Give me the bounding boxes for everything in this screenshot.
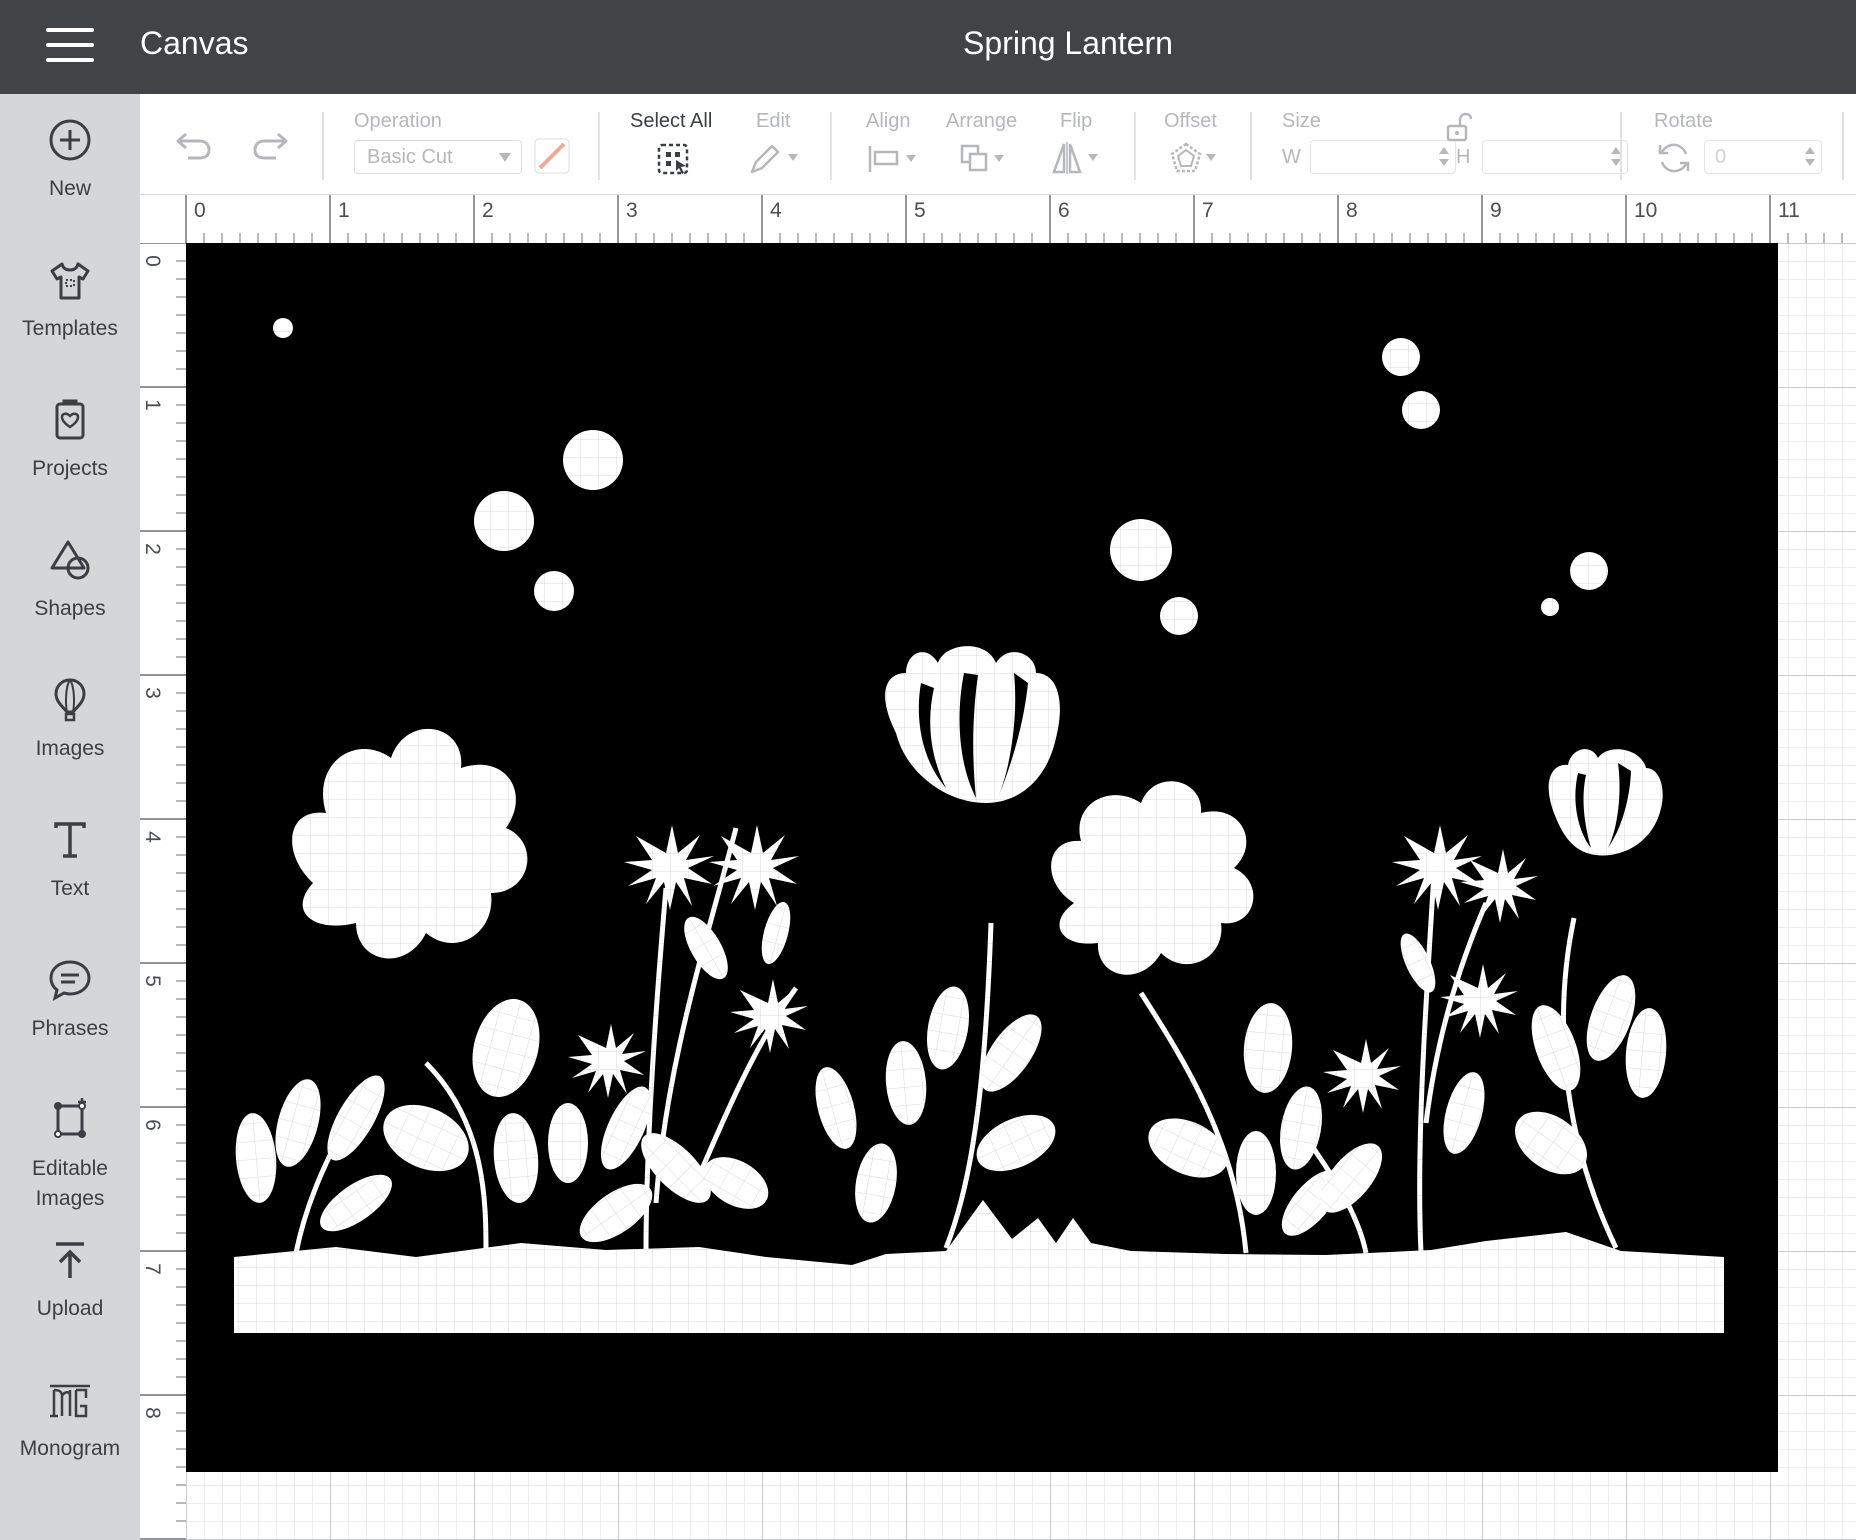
shirt-icon [50,262,90,300]
sidebar-item-label: Monogram [19,1437,121,1460]
ruler-ticks [140,243,186,1540]
spring-lantern-design[interactable] [186,243,1778,1472]
sidebar-item-label: Shapes [34,597,106,620]
arrange-icon[interactable] [958,142,1014,174]
heart-clipboard-icon [55,399,85,440]
select-all-label: Select All [630,110,713,132]
sidebar-item-label: Phrases [31,1017,109,1040]
width-label: W [1282,146,1301,168]
width-input[interactable] [1310,140,1456,174]
sidebar-item-label: Text [50,877,90,900]
height-input[interactable] [1482,140,1628,174]
operation-value: Basic Cut [367,146,453,168]
sidebar-item-phrases[interactable]: Phrases [0,956,140,1044]
ruler-label: 2 [482,199,494,222]
size-label: Size [1282,110,1321,132]
project-title[interactable]: Spring Lantern [963,25,1173,61]
ruler-label: 4 [140,831,164,843]
left-sidebar: New Templates Projects Shapes Images Tex… [0,94,141,1540]
upload-arrow-icon [56,1242,84,1278]
editable-image-icon [54,1098,86,1138]
hot-air-balloon-icon [54,678,86,722]
ruler-label: 3 [626,199,638,222]
vertical-ruler: 0 1 2 3 4 5 6 7 8 [140,243,187,1540]
monogram-icon [50,1384,90,1418]
text-t-icon [54,822,86,858]
stepper-icon[interactable] [1805,145,1815,169]
sidebar-item-label: Editable Images [32,1157,108,1210]
ruler-label: 0 [140,255,164,267]
ruler-label: 11 [1778,199,1800,222]
ruler-label: 0 [194,199,206,222]
ruler-label: 6 [1058,199,1070,222]
hamburger-menu-icon[interactable] [44,28,96,64]
horizontal-ruler: 0 1 2 3 4 5 6 7 8 9 10 11 [140,195,1856,244]
sidebar-item-projects[interactable]: Projects [0,396,140,484]
select-all-icon[interactable] [656,142,692,178]
sidebar-item-upload[interactable]: Upload [0,1236,140,1324]
ruler-label: 4 [770,199,782,222]
no-color-swatch-icon[interactable] [534,138,570,174]
app-title: Canvas [140,25,249,61]
redo-icon[interactable] [250,128,290,162]
operation-label: Operation [354,110,442,132]
rotate-icon[interactable] [1656,140,1692,176]
ruler-ticks [185,195,1843,243]
sidebar-item-label: New [48,177,91,200]
top-bar: Canvas Spring Lantern [0,0,1856,94]
sidebar-item-text[interactable]: Text [0,816,140,904]
sidebar-item-monogram[interactable]: Monogram [0,1376,140,1464]
align-label: Align [866,110,911,132]
edit-toolbar: Operation Basic Cut Select All Edit Alig… [140,94,1856,195]
sidebar-item-editable-images[interactable]: Editable Images [0,1096,140,1214]
speech-bubble-icon [49,960,91,1001]
lock-open-icon[interactable] [1444,112,1472,142]
ruler-label: 5 [914,199,926,222]
shapes-icon [50,540,90,580]
sidebar-item-new[interactable]: New [0,116,140,204]
sidebar-item-label: Templates [22,317,118,340]
sidebar-item-label: Upload [36,1297,104,1320]
offset-icon[interactable] [1168,140,1224,176]
ruler-label: 3 [140,687,164,699]
ruler-label: 5 [140,975,164,987]
sidebar-item-label: Images [35,737,105,760]
ruler-label: 2 [140,543,164,555]
sidebar-item-label: Projects [32,457,108,480]
sidebar-item-images[interactable]: Images [0,676,140,764]
offset-label: Offset [1164,110,1217,132]
flip-icon[interactable] [1050,140,1106,176]
ruler-label: 6 [140,1119,164,1131]
ruler-label: 8 [140,1407,164,1419]
ruler-label: 7 [1202,199,1214,222]
arrange-label: Arrange [946,110,1018,132]
operation-select[interactable]: Basic Cut [354,140,522,174]
flip-label: Flip [1060,110,1093,132]
ruler-label: 7 [140,1263,164,1275]
chevron-down-icon [499,153,511,162]
ruler-label: 8 [1346,199,1358,222]
ruler-label: 10 [1634,199,1658,222]
stepper-icon[interactable] [1439,145,1449,169]
pencil-edit-icon[interactable] [746,140,802,176]
rotate-value: 0 [1715,146,1727,168]
ruler-label: 1 [338,199,350,222]
sidebar-item-shapes[interactable]: Shapes [0,536,140,624]
ruler-label: 1 [140,399,164,411]
height-label: H [1456,146,1471,168]
plus-circle-icon [49,119,91,161]
sidebar-item-templates[interactable]: Templates [0,256,140,344]
rotate-label: Rotate [1654,110,1713,132]
align-icon[interactable] [866,142,922,174]
edit-label: Edit [756,110,791,132]
rotate-input[interactable]: 0 [1704,140,1822,174]
undo-icon[interactable] [174,128,214,162]
ruler-label: 9 [1490,199,1502,222]
